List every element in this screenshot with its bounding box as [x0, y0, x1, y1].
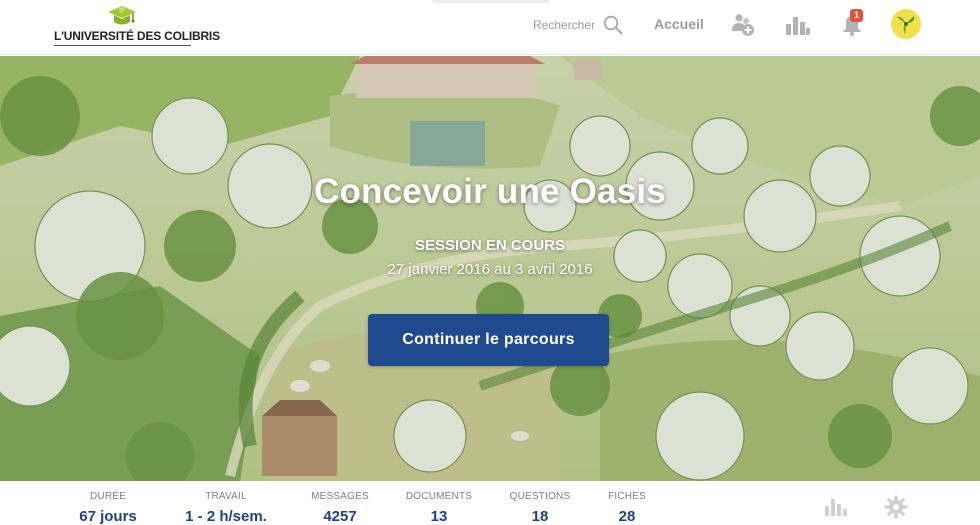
session-status: SESSION EN COURS	[414, 237, 566, 254]
stat-value: 13	[430, 508, 448, 525]
gear-icon[interactable]	[883, 495, 909, 519]
stat-label: TRAVAIL	[205, 491, 247, 502]
stat-duration: DURÉE 67 jours	[53, 491, 163, 525]
stat-label: FICHES	[608, 491, 646, 502]
site-logo[interactable]: L'UNIVERSITÉ DES COLIBRIS	[54, 4, 220, 48]
session-dates: 27 janvier 2016 au 3 avril 2016	[387, 261, 593, 278]
stat-workload: TRAVAIL 1 - 2 h/sem.	[171, 491, 281, 525]
stats-icon[interactable]	[784, 11, 812, 39]
stat-messages[interactable]: MESSAGES 4257	[285, 491, 395, 525]
search-icon[interactable]	[603, 15, 623, 35]
course-title: Concevoir une Oasis	[314, 172, 666, 211]
stat-value: 28	[618, 508, 636, 525]
stats-icon[interactable]	[823, 495, 849, 519]
logo-text: L'UNIVERSITÉ DES COLIBRIS	[54, 29, 220, 43]
users-add-icon[interactable]	[729, 11, 757, 39]
continue-course-button[interactable]: Continuer le parcours	[368, 314, 609, 366]
top-header: L'UNIVERSITÉ DES COLIBRIS Rechercher Acc…	[0, 0, 980, 55]
search-control[interactable]: Rechercher	[533, 12, 623, 38]
stat-value: 67 jours	[79, 508, 137, 525]
stat-value: 4257	[323, 508, 357, 525]
stat-fiches[interactable]: FICHES 28	[572, 491, 682, 525]
notification-badge: 1	[850, 9, 863, 22]
stat-documents[interactable]: DOCUMENTS 13	[384, 491, 494, 525]
stat-value: 1 - 2 h/sem.	[185, 508, 267, 525]
stat-label: DURÉE	[89, 491, 126, 502]
stat-label: MESSAGES	[311, 491, 369, 502]
course-hero: Concevoir une Oasis SESSION EN COURS 27 …	[0, 56, 980, 481]
search-label: Rechercher	[533, 18, 596, 32]
logo-underline	[54, 45, 191, 46]
top-tab-handle	[432, 0, 550, 3]
hummingbird-cap-icon	[106, 4, 138, 30]
stat-label: DOCUMENTS	[405, 491, 473, 502]
course-stats-bar: DURÉE 67 jours TRAVAIL 1 - 2 h/sem. MESS…	[0, 481, 980, 525]
avatar[interactable]	[891, 9, 921, 39]
nav-home-link[interactable]: Accueil	[654, 16, 704, 32]
